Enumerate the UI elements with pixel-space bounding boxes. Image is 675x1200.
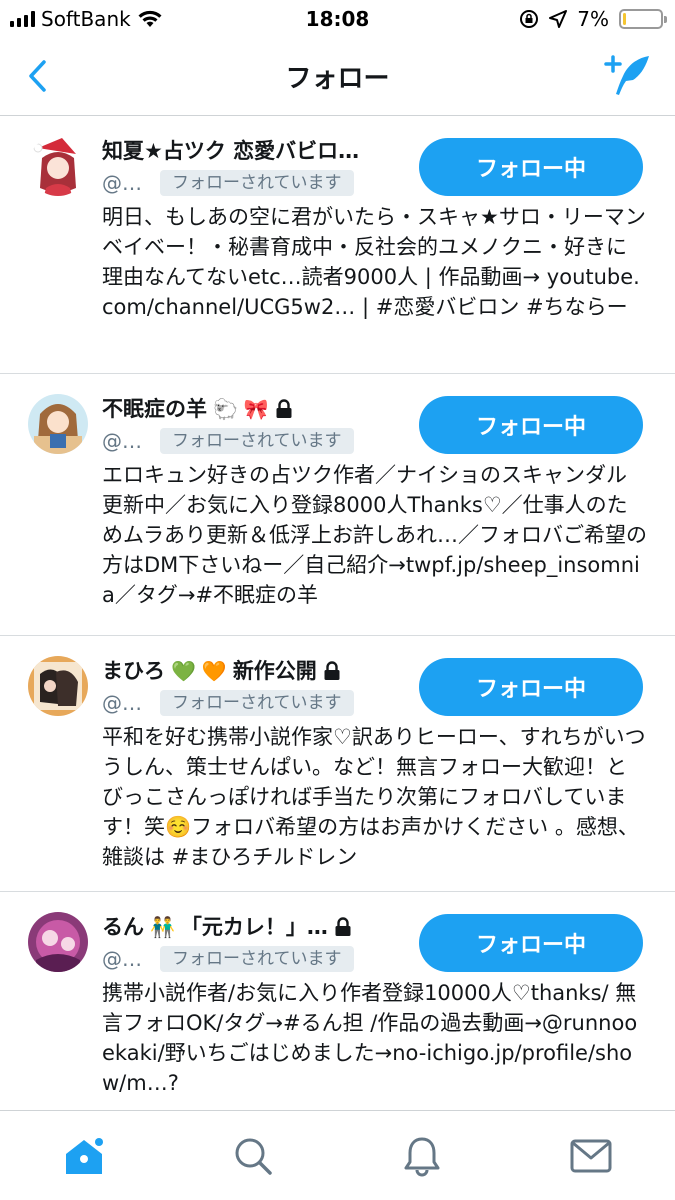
nav-bar: フォロー xyxy=(0,38,675,116)
lock-icon xyxy=(324,661,340,680)
user-handle: @… xyxy=(102,691,142,715)
list-item[interactable]: 知夏★占ツク 恋愛バビロ… @… フォローされています 明日、もしあの空に君がい… xyxy=(0,116,675,374)
page-title: フォロー xyxy=(285,64,390,94)
compose-tweet-icon xyxy=(604,55,649,95)
carrier-label: SoftBank xyxy=(41,7,131,31)
user-handle: @… xyxy=(102,947,142,971)
user-name[interactable]: るん 👬 「元カレ！」… xyxy=(102,912,402,942)
lock-icon xyxy=(335,917,351,936)
user-handle: @… xyxy=(102,429,142,453)
chevron-left-icon xyxy=(29,60,46,92)
user-name-suffix: 新作公開 xyxy=(232,659,317,683)
follows-you-badge: フォローされています xyxy=(160,690,354,716)
following-button[interactable]: フォロー中 xyxy=(419,396,643,454)
wifi-icon xyxy=(138,10,162,27)
following-button[interactable]: フォロー中 xyxy=(419,658,643,716)
following-list: 知夏★占ツク 恋愛バビロ… @… フォローされています 明日、もしあの空に君がい… xyxy=(0,116,675,1112)
orientation-lock-icon xyxy=(520,10,539,28)
tab-notifications[interactable] xyxy=(392,1126,452,1186)
follows-you-badge: フォローされています xyxy=(160,170,354,196)
following-button[interactable]: フォロー中 xyxy=(419,138,643,196)
avatar[interactable] xyxy=(28,912,88,972)
user-bio: 平和を好む携帯小説作家♡訳ありヒーロー、すれちがいつうしん、策士せんぱい。など！… xyxy=(102,725,646,869)
ribbon-emoji: 🎀 xyxy=(243,397,269,421)
back-button[interactable] xyxy=(18,56,58,96)
user-name[interactable]: まひろ 💚 🧡 新作公開 xyxy=(102,656,402,686)
list-item[interactable]: 不眠症の羊 🐑 🎀 @… フォローされています エロキュン好きの占ツク作者／ナイ… xyxy=(0,374,675,636)
user-bio: 明日、もしあの空に君がいたら・スキャ★サロ・リーマンベイベー！・秘書育成中・反社… xyxy=(102,205,646,319)
search-icon xyxy=(235,1138,272,1175)
follows-you-badge: フォローされています xyxy=(160,428,354,454)
location-icon xyxy=(549,10,568,28)
user-name[interactable]: 知夏★占ツク 恋愛バビロ… xyxy=(102,136,402,166)
messages-icon xyxy=(570,1139,612,1172)
lock-icon xyxy=(276,399,292,418)
signal-icon xyxy=(10,11,35,27)
user-handle: @… xyxy=(102,171,142,195)
home-icon xyxy=(66,1137,104,1174)
tab-messages[interactable] xyxy=(561,1126,621,1186)
user-name[interactable]: 不眠症の羊 🐑 🎀 xyxy=(102,394,402,424)
avatar[interactable] xyxy=(28,136,88,196)
list-item[interactable]: るん 👬 「元カレ！」… @… フォローされています 携帯小説作者/お気に入り作… xyxy=(0,892,675,1112)
two-men-emoji: 👬 xyxy=(150,915,175,939)
user-bio: 携帯小説作者/お気に入り作者登録10000人♡thanks/ 無言フォロOK/タ… xyxy=(102,981,638,1095)
tab-bar xyxy=(0,1110,675,1200)
battery-icon xyxy=(619,9,667,29)
sheep-emoji: 🐑 xyxy=(213,397,238,421)
user-name-suffix: 「元カレ！」… xyxy=(180,915,328,939)
avatar[interactable] xyxy=(28,394,88,454)
tab-home[interactable] xyxy=(54,1126,114,1186)
status-bar: SoftBank 18:08 7% xyxy=(0,0,675,38)
following-button[interactable]: フォロー中 xyxy=(419,914,643,972)
compose-tweet-button[interactable] xyxy=(603,52,653,98)
tab-search[interactable] xyxy=(223,1126,283,1186)
user-bio: エロキュン好きの占ツク作者／ナイショのスキャンダル更新中／お気に入り登録8000… xyxy=(102,463,647,607)
orange-heart-emoji: 🧡 xyxy=(201,659,227,683)
avatar[interactable] xyxy=(28,656,88,716)
green-heart-emoji: 💚 xyxy=(171,659,196,683)
battery-percent: 7% xyxy=(577,7,609,31)
follows-you-badge: フォローされています xyxy=(160,946,354,972)
notifications-icon xyxy=(404,1137,440,1176)
list-item[interactable]: まひろ 💚 🧡 新作公開 @… フォローされています 平和を好む携帯小説作家♡訳… xyxy=(0,636,675,892)
